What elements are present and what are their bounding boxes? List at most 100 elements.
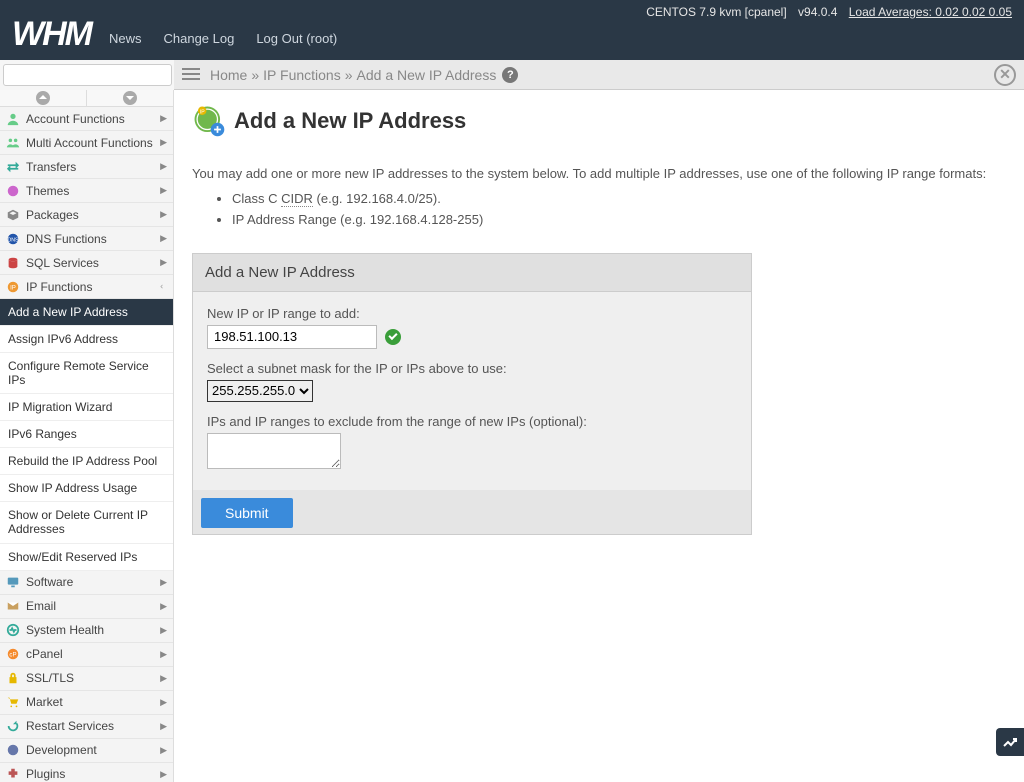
sidebar-item-label: Plugins bbox=[26, 767, 160, 781]
users-icon bbox=[6, 136, 20, 150]
sidebar-sub-configure-remote[interactable]: Configure Remote Service IPs bbox=[0, 353, 173, 394]
sidebar-sub-add-new-ip[interactable]: Add a New IP Address bbox=[0, 299, 173, 326]
sidebar-item-software[interactable]: Software ▶ bbox=[0, 571, 173, 595]
chevron-right-icon: ▶ bbox=[160, 257, 167, 268]
exclude-label: IPs and IP ranges to exclude from the ra… bbox=[207, 414, 737, 429]
close-button[interactable]: ✕ bbox=[994, 64, 1016, 86]
sidebar-item-restart-services[interactable]: Restart Services ▶ bbox=[0, 715, 173, 739]
email-icon bbox=[6, 599, 20, 613]
chevron-up-icon bbox=[36, 91, 50, 105]
nav-news[interactable]: News bbox=[109, 31, 142, 46]
palette-icon bbox=[6, 184, 20, 198]
whm-logo: WHM bbox=[12, 15, 109, 60]
check-icon bbox=[385, 329, 401, 345]
sidebar-sub-show-usage[interactable]: Show IP Address Usage bbox=[0, 475, 173, 502]
chevron-right-icon: ▶ bbox=[160, 209, 167, 220]
database-icon bbox=[6, 256, 20, 270]
breadcrumb-bar: Home » IP Functions » Add a New IP Addre… bbox=[174, 60, 1024, 90]
sidebar-item-ssl-tls[interactable]: SSL/TLS ▶ bbox=[0, 667, 173, 691]
sidebar-item-label: Software bbox=[26, 575, 160, 589]
chevron-right-icon: ▶ bbox=[160, 113, 167, 124]
restart-icon bbox=[6, 719, 20, 733]
code-icon bbox=[6, 743, 20, 757]
subnet-label: Select a subnet mask for the IP or IPs a… bbox=[207, 361, 737, 376]
form-panel: Add a New IP Address New IP or IP range … bbox=[192, 253, 752, 535]
sidebar-sub-show-delete[interactable]: Show or Delete Current IP Addresses bbox=[0, 502, 173, 544]
chevron-down-icon bbox=[123, 91, 137, 105]
chevron-right-icon: ▶ bbox=[160, 625, 167, 636]
svg-text:cP: cP bbox=[9, 652, 16, 659]
sidebar-item-label: Development bbox=[26, 743, 160, 757]
add-ip-icon: IP bbox=[192, 104, 226, 138]
expand-all-button[interactable] bbox=[86, 90, 173, 106]
help-icon[interactable]: ? bbox=[502, 67, 518, 83]
chevron-right-icon: ▶ bbox=[160, 601, 167, 612]
chevron-right-icon: ▶ bbox=[160, 577, 167, 588]
version-label: v94.0.4 bbox=[798, 5, 837, 19]
subnet-select[interactable]: 255.255.255.0 bbox=[207, 380, 313, 402]
submit-button[interactable]: Submit bbox=[201, 498, 293, 528]
sidebar-item-transfers[interactable]: Transfers ▶ bbox=[0, 155, 173, 179]
os-label: CENTOS 7.9 kvm [cpanel] bbox=[646, 5, 787, 19]
sidebar-sub-reserved-ips[interactable]: Show/Edit Reserved IPs bbox=[0, 544, 173, 571]
sidebar-item-label: Market bbox=[26, 695, 160, 709]
sidebar-item-system-health[interactable]: System Health ▶ bbox=[0, 619, 173, 643]
top-nav: News Change Log Log Out (root) bbox=[109, 31, 337, 60]
cidr-abbr: CIDR bbox=[281, 191, 313, 207]
exclude-textarea[interactable] bbox=[207, 433, 341, 469]
sidebar-item-themes[interactable]: Themes ▶ bbox=[0, 179, 173, 203]
chevron-right-icon: ▶ bbox=[160, 673, 167, 684]
sidebar-item-label: SQL Services bbox=[26, 256, 160, 270]
chevron-right-icon: ▶ bbox=[160, 769, 167, 780]
sidebar-item-dns-functions[interactable]: DNS DNS Functions ▶ bbox=[0, 227, 173, 251]
search-input[interactable] bbox=[3, 64, 172, 86]
sidebar-sub-rebuild-pool[interactable]: Rebuild the IP Address Pool bbox=[0, 448, 173, 475]
dns-icon: DNS bbox=[6, 232, 20, 246]
sidebar-item-cpanel[interactable]: cP cPanel ▶ bbox=[0, 643, 173, 667]
sidebar-item-sql-services[interactable]: SQL Services ▶ bbox=[0, 251, 173, 275]
sidebar-item-email[interactable]: Email ▶ bbox=[0, 595, 173, 619]
user-icon bbox=[6, 112, 20, 126]
sidebar-sub-ip-migration[interactable]: IP Migration Wizard bbox=[0, 394, 173, 421]
svg-text:DNS: DNS bbox=[7, 237, 19, 243]
sidebar-item-development[interactable]: Development ▶ bbox=[0, 739, 173, 763]
stats-float-button[interactable] bbox=[996, 728, 1024, 756]
lock-icon bbox=[6, 671, 20, 685]
chevron-down-icon: ⌄ bbox=[158, 283, 169, 291]
sidebar-item-account-functions[interactable]: Account Functions ▶ bbox=[0, 107, 173, 131]
breadcrumb-section[interactable]: IP Functions bbox=[263, 67, 341, 83]
chevron-right-icon: ▶ bbox=[160, 161, 167, 172]
chevron-right-icon: ▶ bbox=[160, 649, 167, 660]
cidr-pre: Class C bbox=[232, 191, 281, 206]
chevron-right-icon: ▶ bbox=[160, 185, 167, 196]
sidebar-sub-ipv6-ranges[interactable]: IPv6 Ranges bbox=[0, 421, 173, 448]
nav-logout[interactable]: Log Out (root) bbox=[256, 31, 337, 46]
sidebar-item-multi-account-functions[interactable]: Multi Account Functions ▶ bbox=[0, 131, 173, 155]
form-heading: Add a New IP Address bbox=[193, 254, 751, 292]
chevron-right-icon: ▶ bbox=[160, 697, 167, 708]
sidebar-item-label: System Health bbox=[26, 623, 160, 637]
list-item: Class C CIDR (e.g. 192.168.4.0/25). bbox=[232, 189, 1006, 210]
breadcrumb-home[interactable]: Home bbox=[210, 67, 247, 83]
cidr-post: (e.g. 192.168.4.0/25). bbox=[313, 191, 441, 206]
svg-text:IP: IP bbox=[200, 109, 205, 115]
breadcrumb-current: Add a New IP Address bbox=[357, 67, 497, 83]
menu-toggle-icon[interactable] bbox=[182, 68, 200, 82]
sidebar-sub-assign-ipv6[interactable]: Assign IPv6 Address bbox=[0, 326, 173, 353]
svg-text:IP: IP bbox=[10, 284, 16, 291]
ip-icon: IP bbox=[6, 280, 20, 294]
sidebar-item-label: Packages bbox=[26, 208, 160, 222]
sidebar-item-packages[interactable]: Packages ▶ bbox=[0, 203, 173, 227]
nav-changelog[interactable]: Change Log bbox=[163, 31, 234, 46]
sidebar-item-market[interactable]: Market ▶ bbox=[0, 691, 173, 715]
collapse-all-button[interactable] bbox=[0, 90, 86, 106]
load-averages-link[interactable]: Load Averages: 0.02 0.02 0.05 bbox=[849, 5, 1012, 19]
sidebar-item-label: Themes bbox=[26, 184, 160, 198]
transfer-icon bbox=[6, 160, 20, 174]
sidebar-item-ip-functions[interactable]: IP IP Functions ⌄ bbox=[0, 275, 173, 299]
sidebar-item-plugins[interactable]: Plugins ▶ bbox=[0, 763, 173, 782]
health-icon bbox=[6, 623, 20, 637]
format-list: Class C CIDR (e.g. 192.168.4.0/25). IP A… bbox=[232, 189, 1006, 231]
sidebar-item-label: cPanel bbox=[26, 647, 160, 661]
ip-input[interactable] bbox=[207, 325, 377, 349]
